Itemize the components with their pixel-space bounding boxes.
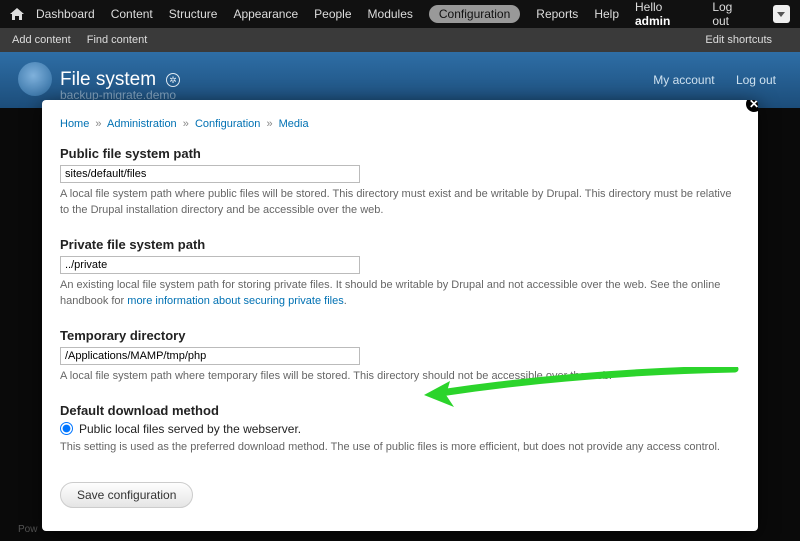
shortcut-bar: Add content Find content Edit shortcuts <box>0 28 800 52</box>
shortcut-find-content[interactable]: Find content <box>87 34 148 46</box>
header-my-account[interactable]: My account <box>653 73 714 87</box>
public-path-label: Public file system path <box>60 146 740 161</box>
download-method-option: Public local files served by the webserv… <box>79 422 301 436</box>
breadcrumb: Home » Administration » Configuration » … <box>60 118 740 130</box>
private-handbook-link[interactable]: more information about securing private … <box>127 295 343 307</box>
home-icon[interactable] <box>10 7 24 21</box>
toolbar-configuration[interactable]: Configuration <box>429 5 520 23</box>
public-path-desc: A local file system path where public fi… <box>60 187 740 219</box>
gear-icon[interactable]: ✲ <box>166 73 180 87</box>
toolbar-content[interactable]: Content <box>111 7 153 21</box>
download-method-desc: This setting is used as the preferred do… <box>60 440 740 456</box>
download-method-radio[interactable] <box>60 422 73 435</box>
drupal-logo-icon <box>18 62 52 96</box>
temp-dir-label: Temporary directory <box>60 328 740 343</box>
save-button[interactable]: Save configuration <box>60 482 193 508</box>
toolbar-people[interactable]: People <box>314 7 351 21</box>
private-path-input[interactable] <box>60 256 360 274</box>
breadcrumb-config[interactable]: Configuration <box>195 118 260 130</box>
private-path-label: Private file system path <box>60 237 740 252</box>
toolbar-structure[interactable]: Structure <box>169 7 218 21</box>
admin-toolbar: Dashboard Content Structure Appearance P… <box>0 0 800 28</box>
public-path-section: Public file system path A local file sys… <box>60 146 740 219</box>
public-path-input[interactable] <box>60 165 360 183</box>
toolbar-dashboard[interactable]: Dashboard <box>36 7 95 21</box>
hello-user: Hello admin <box>635 0 698 28</box>
breadcrumb-home[interactable]: Home <box>60 118 89 130</box>
overlay-panel: ✕ Home » Administration » Configuration … <box>42 100 758 531</box>
temp-dir-input[interactable] <box>60 347 360 365</box>
breadcrumb-media[interactable]: Media <box>279 118 309 130</box>
header-logout[interactable]: Log out <box>736 73 776 87</box>
toolbar-reports[interactable]: Reports <box>536 7 578 21</box>
download-method-label: Default download method <box>60 403 740 418</box>
shortcut-add-content[interactable]: Add content <box>12 34 71 46</box>
private-path-desc: An existing local file system path for s… <box>60 278 740 310</box>
temp-dir-desc: A local file system path where temporary… <box>60 369 740 385</box>
footer-powered: Pow <box>18 524 37 535</box>
breadcrumb-admin[interactable]: Administration <box>107 118 177 130</box>
toolbar-logout[interactable]: Log out <box>712 0 750 28</box>
temp-dir-section: Temporary directory A local file system … <box>60 328 740 385</box>
toolbar-appearance[interactable]: Appearance <box>233 7 298 21</box>
download-method-section: Default download method Public local fil… <box>60 403 740 456</box>
close-icon[interactable]: ✕ <box>744 100 758 114</box>
toolbar-dropdown-icon[interactable] <box>773 5 790 23</box>
shortcut-edit[interactable]: Edit shortcuts <box>705 34 772 46</box>
private-path-section: Private file system path An existing loc… <box>60 237 740 310</box>
toolbar-modules[interactable]: Modules <box>368 7 413 21</box>
toolbar-help[interactable]: Help <box>594 7 619 21</box>
